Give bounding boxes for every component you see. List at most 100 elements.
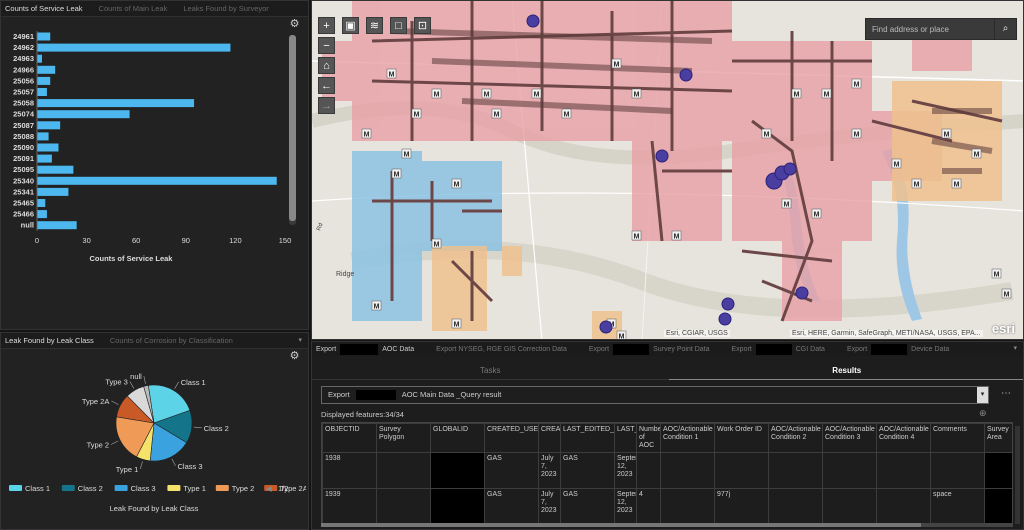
- column-header[interactable]: Work Order ID: [714, 423, 769, 453]
- column-header[interactable]: CREAT: [538, 423, 561, 453]
- legend-item[interactable]: Class 3: [131, 484, 156, 493]
- more-options-icon[interactable]: ⋯: [1001, 388, 1011, 399]
- bar-25090[interactable]: [37, 143, 59, 152]
- table-cell: [822, 452, 877, 489]
- layers-icon[interactable]: ≋: [366, 17, 383, 34]
- table-cell: 4: [636, 488, 661, 525]
- table-cell: [636, 452, 661, 489]
- bar-24961[interactable]: [37, 32, 51, 41]
- tab-export-device[interactable]: Export Device Data: [847, 343, 949, 355]
- legend-item[interactable]: Class 1: [25, 484, 50, 493]
- map-canvas[interactable]: MMMMMMMMMMMMMMMMMMMMMMMMMMMMMMMMMM Ridge…: [312, 1, 1024, 340]
- column-header[interactable]: AOC/Actionable Condition 1: [660, 423, 715, 453]
- map-view[interactable]: MMMMMMMMMMMMMMMMMMMMMMMMMMMMMMMMMM Ridge…: [311, 0, 1024, 340]
- table-vertical-scrollbar[interactable]: [1015, 426, 1020, 524]
- results-table: OBJECTID Survey Polygon GLOBALID CREATED_US…: [321, 422, 1013, 526]
- map-marker-label: M: [764, 132, 770, 139]
- pie-leader-line: [174, 381, 179, 389]
- bar-category-label: 25074: [13, 110, 35, 119]
- column-header[interactable]: LAST_I: [614, 423, 637, 453]
- column-header[interactable]: CREATED_USER: [484, 423, 539, 453]
- tab-counts-main-leak[interactable]: Counts of Main Leak: [99, 4, 168, 13]
- map-marker-label: M: [794, 92, 800, 99]
- column-header[interactable]: AOC/Actionable Condition 3: [822, 423, 877, 453]
- pie-leader-line: [171, 458, 176, 467]
- map-marker-label: M: [364, 132, 370, 139]
- forward-extent-button[interactable]: →: [318, 97, 335, 114]
- bar-25095[interactable]: [37, 165, 74, 174]
- bar-25091[interactable]: [37, 154, 52, 163]
- back-extent-button[interactable]: ←: [318, 77, 335, 94]
- map-marker-label: M: [414, 112, 420, 119]
- tab-leaks-by-surveyor[interactable]: Leaks Found by Surveyor: [183, 4, 268, 13]
- bar-25466[interactable]: [37, 210, 47, 219]
- bar-25341[interactable]: [37, 187, 69, 196]
- bar-25087[interactable]: [37, 121, 61, 130]
- bar-25088[interactable]: [37, 132, 49, 141]
- home-button[interactable]: ⌂: [318, 57, 335, 74]
- tab-export-aoc[interactable]: Export AOC Data: [316, 343, 414, 355]
- draw-icon[interactable]: ⊡: [414, 17, 431, 34]
- address-search[interactable]: ⌕: [865, 18, 1017, 40]
- chart-scrollbar[interactable]: [289, 35, 296, 225]
- column-header[interactable]: OBJECTID: [322, 423, 377, 453]
- pie-leader-line: [143, 376, 146, 384]
- bar-category-label: 24963: [13, 54, 34, 63]
- legend-swatch: [61, 485, 75, 491]
- chevron-down-icon[interactable]: ▾: [298, 336, 302, 344]
- search-icon[interactable]: ⌕: [994, 19, 1016, 39]
- redacted-block: [355, 390, 396, 400]
- column-header[interactable]: GLOBALID: [430, 423, 485, 453]
- bar-24963[interactable]: [37, 54, 42, 63]
- bar-25074[interactable]: [37, 110, 130, 119]
- bar-null[interactable]: [37, 221, 77, 230]
- table-cell: [984, 488, 1012, 525]
- map-marker-label: M: [484, 92, 490, 99]
- column-header[interactable]: AOC/Actionable Condition 2: [768, 423, 823, 453]
- bar-24966[interactable]: [37, 65, 56, 74]
- legend-item[interactable]: Class 2: [78, 484, 103, 493]
- column-header[interactable]: Survey Polygon: [376, 423, 431, 453]
- bar-25057[interactable]: [37, 88, 47, 96]
- attribution-left: Esri, CGIAR, USGS: [664, 330, 730, 337]
- bar-25058[interactable]: [37, 99, 195, 108]
- scroll-thumb[interactable]: [289, 35, 296, 221]
- pie-label: null: [130, 372, 142, 381]
- column-header[interactable]: Comments: [930, 423, 985, 453]
- address-search-input[interactable]: [866, 19, 994, 39]
- bar-25340[interactable]: [37, 176, 277, 185]
- tab-export-gis-correction[interactable]: Export NYSEG, RGE GIS Correction Data: [436, 346, 567, 353]
- bar-24962[interactable]: [37, 43, 231, 52]
- tab-export-survey-point[interactable]: Export Survey Point Data: [589, 343, 710, 355]
- table-cell: [430, 488, 485, 525]
- table-cell: space: [930, 488, 985, 525]
- chevron-down-icon[interactable]: ▾: [977, 387, 988, 403]
- zoom-out-button[interactable]: −: [318, 37, 335, 54]
- table-cell: GAS: [484, 488, 539, 525]
- tab-counts-service-leak[interactable]: Counts of Service Leak: [5, 4, 83, 13]
- table-row[interactable]: 1938GASJuly 7, 2023GASSeptember 12, 2023: [322, 452, 1012, 489]
- tab-tasks[interactable]: Tasks: [312, 362, 669, 380]
- scroll-thumb[interactable]: [321, 523, 921, 527]
- column-header[interactable]: AOC/Actionable Condition 4: [876, 423, 931, 453]
- select-icon[interactable]: ▣: [342, 17, 359, 34]
- column-header[interactable]: Survey Area: [984, 423, 1012, 453]
- bar-25056[interactable]: [37, 76, 51, 85]
- column-header[interactable]: Number of AOC: [636, 423, 661, 453]
- tab-corrosion-by-class[interactable]: Counts of Corrosion by Classification: [110, 336, 233, 345]
- basemap-icon[interactable]: □: [390, 17, 407, 34]
- legend-item[interactable]: Type 2: [232, 484, 255, 493]
- table-row[interactable]: 1939GASJuly 7, 2023GASSeptember 12, 2023…: [322, 488, 1012, 525]
- column-header[interactable]: LAST_EDITED_USER: [560, 423, 615, 453]
- tab-results[interactable]: Results: [668, 362, 1023, 380]
- query-result-select[interactable]: Export AOC Main Data _Query result ▾: [321, 386, 989, 404]
- table-horizontal-scrollbar[interactable]: [321, 523, 1013, 527]
- zoom-to-icon[interactable]: ⊕: [979, 408, 987, 419]
- tab-leak-found-by-class[interactable]: Leak Found by Leak Class: [5, 336, 94, 345]
- bar-25465[interactable]: [37, 199, 46, 207]
- chevron-down-icon[interactable]: ▾: [1013, 344, 1017, 352]
- zoom-in-button[interactable]: +: [318, 17, 335, 34]
- tab-export-cgi[interactable]: Export CGI Data: [732, 343, 825, 355]
- table-header-row: OBJECTID Survey Polygon GLOBALID CREATED_US…: [322, 423, 1012, 453]
- legend-item[interactable]: Type 1: [183, 484, 206, 493]
